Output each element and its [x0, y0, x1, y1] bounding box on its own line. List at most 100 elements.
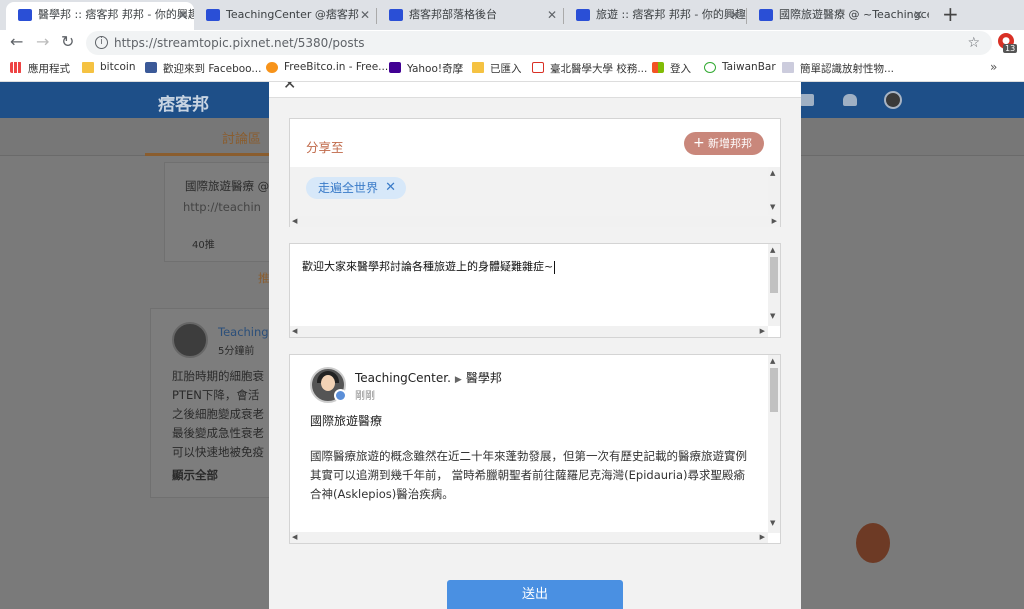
bookmark-imported[interactable]: 已匯入: [472, 61, 522, 76]
bookmark-star-icon[interactable]: ☆: [967, 31, 980, 55]
fox-mascot-icon[interactable]: [856, 523, 890, 563]
message-hscrollbar[interactable]: ◀ ▶: [290, 326, 768, 337]
scroll-right-icon[interactable]: ▶: [760, 327, 765, 335]
yahoo-icon: [389, 62, 401, 73]
tab-discussion[interactable]: 討論區: [222, 128, 261, 147]
preview-scrollbar[interactable]: ▲ ▼: [768, 355, 780, 533]
scroll-down-icon[interactable]: ▼: [770, 312, 775, 320]
pixnet-favicon-icon: [759, 9, 773, 21]
gmail-icon: [532, 62, 544, 73]
scroll-thumb[interactable]: [770, 257, 778, 293]
bookmark-facebook[interactable]: 歡迎來到 Faceboo...: [145, 61, 261, 76]
scroll-left-icon[interactable]: ◀: [292, 533, 297, 541]
tag-scrollbar[interactable]: ▲ ▼: [768, 167, 780, 215]
folder-icon: [82, 62, 94, 73]
remove-tag-icon[interactable]: ✕: [385, 177, 396, 199]
scroll-down-icon[interactable]: ▼: [770, 519, 775, 527]
tab-title: 痞客邦部落格後台: [409, 8, 497, 21]
folder-icon: [472, 62, 484, 73]
close-tab-icon[interactable]: ✕: [360, 2, 370, 28]
bg-card-link[interactable]: http://teachin: [183, 200, 261, 214]
share-to-label: 分享至: [306, 140, 344, 155]
bg-post-line: 可以快速地被免疫: [172, 445, 264, 459]
new-tab-icon[interactable]: +: [942, 2, 959, 26]
browser-tab[interactable]: 痞客邦部落格後台 ✕: [377, 2, 563, 30]
browser-tab[interactable]: 旅遊 :: 痞客邦 邦邦 - 你的興趣 ✕: [564, 2, 746, 30]
user-avatar[interactable]: [884, 91, 902, 109]
bg-post-line: PTEN下降，會活: [172, 388, 260, 402]
site-logo[interactable]: 痞客邦: [158, 90, 209, 115]
reload-icon[interactable]: ↻: [61, 33, 74, 51]
pixnet-favicon-icon: [389, 9, 403, 21]
bg-card-action[interactable]: 推: [258, 270, 270, 286]
bg-show-all[interactable]: 顯示全部: [172, 467, 218, 483]
bookmark-tmu[interactable]: 臺北醫學大學 校務...: [532, 61, 647, 76]
bookmark-apps[interactable]: 應用程式: [10, 61, 70, 76]
share-target-box: 分享至 + 新增邦邦 走遍全世界 ✕ ▲ ▼ ◀ ▶: [289, 118, 781, 227]
bookmark-bitcoin[interactable]: bitcoin: [82, 61, 135, 73]
bookmarks-overflow-icon[interactable]: »: [990, 60, 997, 74]
url-input[interactable]: i https://streamtopic.pixnet.net/5380/po…: [86, 31, 992, 55]
scroll-left-icon[interactable]: ◀: [292, 327, 297, 335]
post-time: 剛剛: [355, 391, 375, 402]
bg-post-avatar: [172, 322, 208, 358]
close-icon[interactable]: ✕: [283, 82, 296, 93]
plus-icon: +: [693, 135, 705, 151]
selected-groups-area: 走遍全世界 ✕ ▲ ▼ ◀ ▶: [290, 167, 780, 227]
browser-tab[interactable]: 醫學邦 :: 痞客邦 邦邦 - 你的興趣 ✕: [6, 2, 194, 30]
post-body: 國際醫療旅遊的概念雖然在近二十年來蓬勃發展，但第一次有歷史記載的醫療旅遊實例其實…: [310, 449, 747, 501]
scroll-left-icon[interactable]: ◀: [292, 217, 297, 225]
bg-post-author[interactable]: Teaching: [218, 325, 269, 339]
info-icon[interactable]: i: [95, 36, 108, 49]
submit-button[interactable]: 送出: [447, 580, 623, 609]
extension-badge: 13: [1003, 44, 1018, 53]
bookmark-taiwanbar[interactable]: TaiwanBar: [704, 61, 776, 73]
post-preview: TeachingCenter. ▶ 醫學邦 剛剛 國際旅遊醫療 國際醫療旅遊的概念雖…: [289, 354, 781, 544]
message-textarea[interactable]: 歡迎大家來醫學邦討論各種旅遊上的身體疑難雜症~ ▲ ▼ ◀ ▶: [289, 243, 781, 338]
active-tab-underline: [145, 153, 270, 156]
tab-title: TeachingCenter @痞客邦: [226, 8, 359, 21]
tab-title: 旅遊 :: 痞客邦 邦邦 - 你的興趣: [596, 8, 746, 21]
verified-badge-icon: [334, 389, 347, 402]
close-tab-icon[interactable]: ✕: [178, 2, 188, 28]
bg-post-line: 肛胎時期的細胞衰: [172, 369, 264, 383]
pixnet-favicon-icon: [206, 9, 220, 21]
bg-post-time: 5分鐘前: [218, 346, 255, 357]
post-title: 國際旅遊醫療: [310, 414, 383, 428]
browser-tab-bar: 醫學邦 :: 痞客邦 邦邦 - 你的興趣 ✕ TeachingCenter @痞…: [0, 0, 1024, 30]
browser-tab[interactable]: TeachingCenter @痞客邦 ✕: [194, 2, 376, 30]
tab-title: 醫學邦 :: 痞客邦 邦邦 - 你的興趣: [38, 8, 194, 21]
text-caret: [554, 260, 556, 274]
bookmark-radiation[interactable]: 簡單認識放射性物...: [782, 61, 894, 76]
browser-tab[interactable]: 國際旅遊醫療 @ ~Teachingce ✕: [747, 2, 929, 30]
bookmark-login[interactable]: 登入: [652, 61, 691, 76]
pixnet-favicon-icon: [18, 9, 32, 21]
share-modal: ✕ 分享至 + 新增邦邦 走遍全世界 ✕ ▲ ▼ ◀ ▶ 歡迎大家來醫學邦討論各種旅…: [269, 82, 801, 609]
scroll-down-icon[interactable]: ▼: [770, 203, 775, 211]
bell-icon[interactable]: [843, 94, 857, 106]
back-icon[interactable]: ←: [10, 33, 23, 51]
scroll-up-icon[interactable]: ▲: [770, 246, 775, 254]
scroll-thumb[interactable]: [770, 368, 778, 412]
scroll-up-icon[interactable]: ▲: [770, 169, 775, 177]
bookmark-yahoo[interactable]: Yahoo!奇摩: [389, 61, 463, 76]
bookmark-freebitco[interactable]: FreeBitco.in - Free...: [266, 61, 388, 73]
apps-icon[interactable]: [800, 94, 814, 106]
close-tab-icon[interactable]: ✕: [547, 2, 557, 28]
link-icon: [782, 62, 794, 73]
message-scrollbar[interactable]: ▲ ▼: [768, 244, 780, 326]
scroll-up-icon[interactable]: ▲: [770, 357, 775, 365]
close-tab-icon[interactable]: ✕: [913, 2, 923, 28]
tag-hscrollbar[interactable]: ◀ ▶: [290, 216, 780, 227]
bookmarks-bar: 應用程式 bitcoin 歡迎來到 Faceboo... FreeBitco.i…: [0, 56, 1024, 82]
message-text: 歡迎大家來醫學邦討論各種旅遊上的身體疑難雜症~: [302, 260, 556, 274]
group-tag[interactable]: 走遍全世界 ✕: [306, 177, 407, 199]
microsoft-icon: [652, 62, 664, 73]
scroll-right-icon[interactable]: ▶: [772, 217, 777, 225]
forward-icon[interactable]: →: [36, 33, 49, 51]
preview-hscrollbar[interactable]: ◀ ▶: [290, 532, 768, 543]
arrow-right-icon: ▶: [454, 375, 462, 385]
add-group-button[interactable]: + 新增邦邦: [684, 132, 764, 155]
scroll-right-icon[interactable]: ▶: [760, 533, 765, 541]
close-tab-icon[interactable]: ✕: [730, 2, 740, 28]
